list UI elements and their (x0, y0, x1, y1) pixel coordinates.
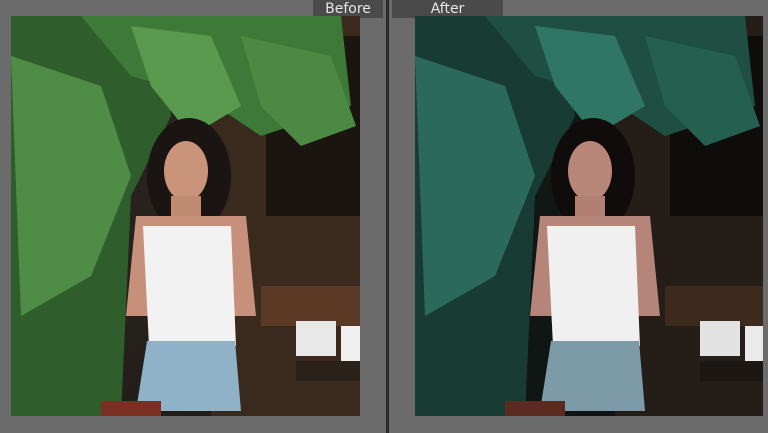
after-photo-image (415, 16, 763, 416)
before-photo[interactable] (11, 16, 360, 416)
after-photo[interactable] (415, 16, 763, 416)
pane-divider[interactable] (386, 0, 389, 433)
before-photo-image (11, 16, 360, 416)
